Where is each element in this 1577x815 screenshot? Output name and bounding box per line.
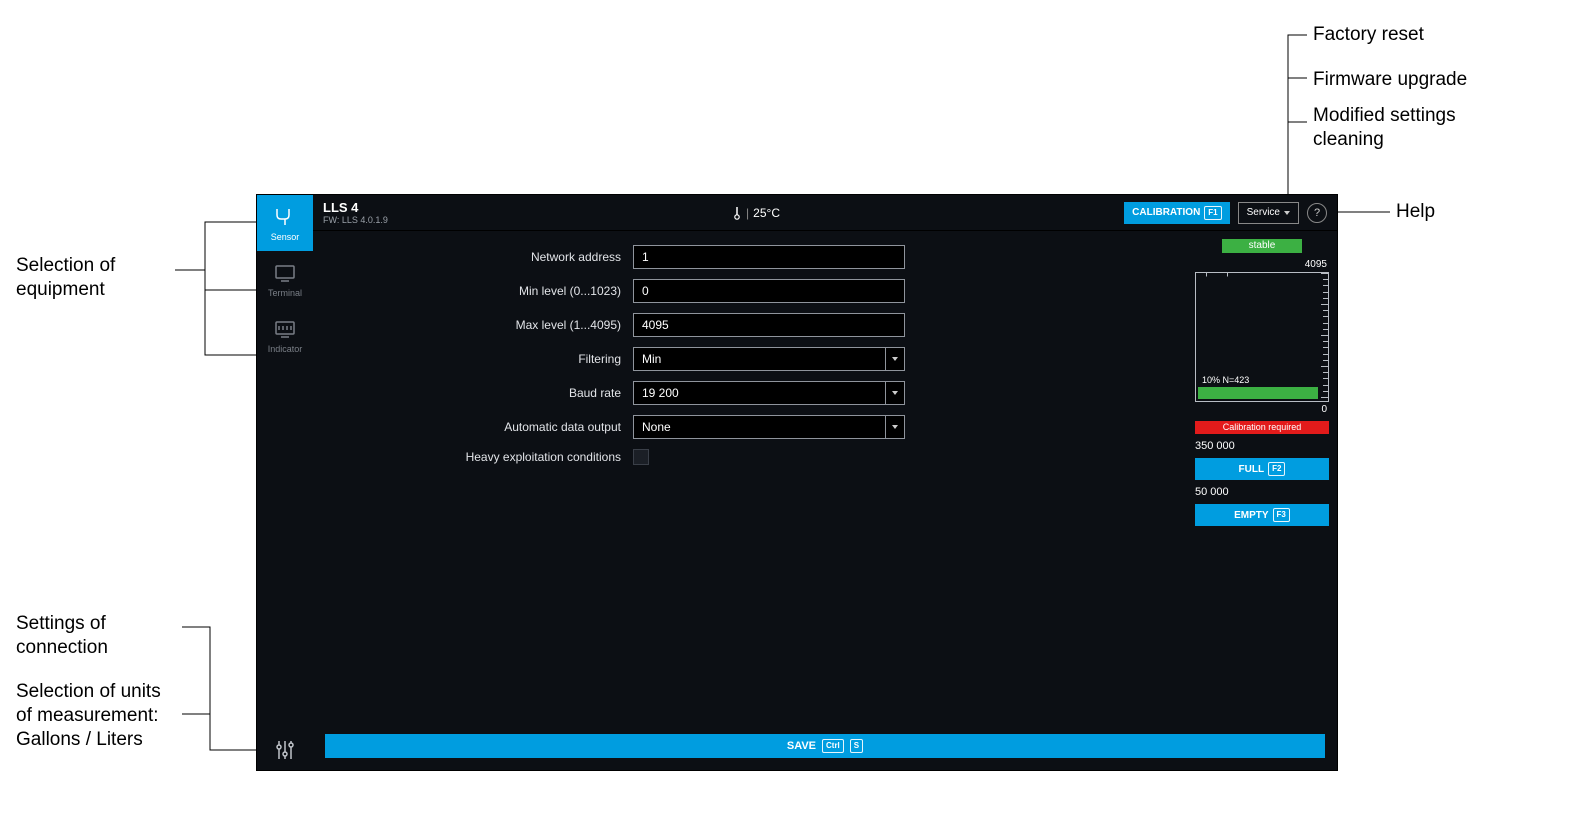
label-max-level: Max level (1...4095) (333, 318, 633, 332)
select-filtering[interactable] (633, 347, 905, 371)
main-area: LLS 4 FW: LLS 4.0.1.9 | 25°C CALIBRATION… (313, 195, 1337, 770)
sidebar-item-sensor[interactable]: Sensor (257, 195, 313, 251)
annot-modified-clean: Modified settings cleaning (1313, 104, 1503, 152)
label-filtering: Filtering (333, 352, 633, 366)
gauge-max: 4095 (1195, 259, 1329, 270)
help-button[interactable]: ? (1307, 203, 1327, 223)
empty-value: 50 000 (1195, 486, 1329, 498)
annot-factory-reset: Factory reset (1313, 23, 1424, 47)
level-gauge: 10% N=423 (1195, 272, 1329, 402)
status-badge: stable (1222, 239, 1302, 253)
sidebar-settings[interactable] (257, 730, 313, 770)
full-value: 350 000 (1195, 440, 1329, 452)
sidebar-item-label: Indicator (268, 344, 303, 354)
annot-connection: Settings of connection (16, 612, 166, 660)
annot-equipment: Selection of equipment (16, 254, 176, 302)
indicator-icon (273, 317, 297, 341)
sidebar-item-indicator[interactable]: Indicator (257, 307, 313, 363)
gauge-n-value: N=423 (1223, 375, 1250, 385)
sidebar-item-label: Terminal (268, 288, 302, 298)
empty-button[interactable]: EMPTY F3 (1195, 504, 1329, 526)
thermometer-icon (732, 206, 742, 220)
input-max-level[interactable] (633, 313, 905, 337)
checkbox-heavy-cond[interactable] (633, 449, 649, 465)
annot-firmware: Firmware upgrade (1313, 68, 1467, 92)
chevron-down-icon (892, 357, 898, 361)
form-area: Network address Min level (0...1023) Max… (313, 231, 1187, 724)
label-baud-rate: Baud rate (333, 386, 633, 400)
help-icon: ? (1314, 207, 1320, 219)
app-window: Sensor Terminal Indicator (257, 195, 1337, 770)
annot-units: Selection of units of measurement: Gallo… (16, 680, 176, 751)
header: LLS 4 FW: LLS 4.0.1.9 | 25°C CALIBRATION… (313, 195, 1337, 231)
footer: SAVE CtrlS (313, 724, 1337, 770)
save-button[interactable]: SAVE CtrlS (325, 734, 1325, 758)
full-button[interactable]: FULL F2 (1195, 458, 1329, 480)
gauge-min: 0 (1195, 404, 1329, 415)
temperature-value: 25°C (753, 206, 780, 220)
gauge-percent: 10% (1202, 375, 1220, 385)
input-min-level[interactable] (633, 279, 905, 303)
sliders-icon (273, 738, 297, 762)
sidebar-item-label: Sensor (271, 232, 300, 242)
service-dropdown[interactable]: Service (1238, 202, 1299, 224)
select-baud-rate[interactable] (633, 381, 905, 405)
select-auto-output[interactable] (633, 415, 905, 439)
label-network-address: Network address (333, 250, 633, 264)
gauge-panel: stable 4095 10% N=423 0 Calibration req (1187, 231, 1337, 724)
annot-help: Help (1396, 200, 1435, 224)
label-min-level: Min level (0...1023) (333, 284, 633, 298)
sidebar-item-terminal[interactable]: Terminal (257, 251, 313, 307)
chevron-down-icon (892, 391, 898, 395)
sensor-icon (273, 205, 297, 229)
chevron-down-icon (1284, 211, 1290, 215)
terminal-icon (273, 261, 297, 285)
gauge-fill (1198, 387, 1318, 399)
calibration-button[interactable]: CALIBRATION F1 (1124, 202, 1229, 224)
temperature-readout: | 25°C (388, 206, 1124, 220)
connector-help (1330, 207, 1396, 217)
label-auto-output: Automatic data output (333, 420, 633, 434)
connector-service (1280, 30, 1310, 210)
input-network-address[interactable] (633, 245, 905, 269)
calibration-required-badge: Calibration required (1195, 421, 1329, 434)
label-heavy-cond: Heavy exploitation conditions (333, 450, 633, 464)
sidebar: Sensor Terminal Indicator (257, 195, 313, 770)
firmware-version: FW: LLS 4.0.1.9 (323, 215, 388, 225)
device-title: LLS 4 (323, 200, 388, 215)
chevron-down-icon (892, 425, 898, 429)
